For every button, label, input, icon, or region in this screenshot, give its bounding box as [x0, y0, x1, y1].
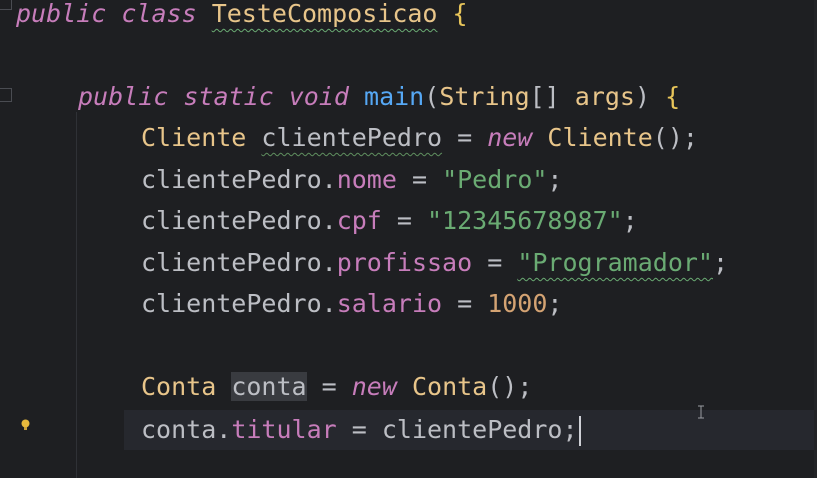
- code-token: ();: [487, 372, 533, 401]
- code-token: Cliente: [141, 123, 247, 152]
- code-token: {: [665, 82, 681, 111]
- fold-marker-icon[interactable]: [0, 0, 12, 10]
- code-token: Conta: [141, 372, 217, 401]
- code-token: clientePedro: [141, 165, 322, 194]
- code-token: conta: [231, 372, 307, 401]
- code-token: {: [452, 0, 468, 28]
- code-token: ;: [547, 165, 563, 194]
- code-token: Conta: [411, 372, 488, 401]
- code-token: clientePedro: [141, 289, 322, 318]
- code-token: salario: [336, 289, 443, 318]
- code-token: clientePedro: [141, 248, 322, 277]
- indent-guide: [76, 112, 77, 478]
- code-token: clientePedro: [381, 415, 563, 444]
- code-token: "12345678987": [427, 206, 623, 235]
- code-token: public: [16, 0, 107, 28]
- code-line-8[interactable]: clientePedro.salario = 1000;: [141, 284, 562, 324]
- code-line-10[interactable]: Conta conta = new Conta();: [141, 367, 532, 407]
- code-token: ;: [622, 206, 638, 235]
- code-token: ;: [547, 289, 563, 318]
- code-token: "Programador": [517, 248, 713, 277]
- code-token: String: [439, 82, 530, 111]
- code-token: =: [442, 289, 488, 318]
- code-token: titular: [231, 415, 337, 444]
- code-token: =: [442, 123, 488, 152]
- code-token: new: [351, 372, 397, 401]
- code-token: .: [321, 248, 337, 277]
- lightbulb-icon[interactable]: [21, 419, 30, 431]
- code-line-1[interactable]: public class TesteComposicao {: [16, 0, 468, 34]
- code-token: static: [183, 82, 274, 111]
- code-token: ();: [652, 123, 698, 152]
- code-token: ): [635, 82, 666, 111]
- code-token: =: [306, 372, 352, 401]
- editor-gutter[interactable]: [0, 0, 14, 478]
- code-token: nome: [336, 165, 397, 194]
- fold-marker-icon[interactable]: [0, 88, 12, 102]
- code-token: class: [121, 0, 197, 28]
- code-line-11[interactable]: conta.titular = clientePedro;: [141, 410, 581, 450]
- code-token: []: [529, 82, 575, 111]
- code-token: new: [487, 123, 533, 152]
- code-token: ;: [562, 415, 578, 444]
- code-token: args: [574, 82, 635, 111]
- code-token: clientePedro: [141, 206, 322, 235]
- code-line-3[interactable]: public static void main(String[] args) {: [78, 77, 680, 117]
- code-token: =: [396, 165, 443, 194]
- code-token: .: [321, 289, 337, 318]
- code-token: (: [424, 82, 440, 111]
- code-token: Cliente: [547, 123, 653, 152]
- code-line-7[interactable]: clientePedro.profissao = "Programador";: [141, 243, 728, 283]
- code-token: =: [336, 415, 382, 444]
- code-token: .: [321, 165, 337, 194]
- code-token: =: [472, 248, 518, 277]
- code-token: 1000: [487, 289, 548, 318]
- text-ibeam-icon: [698, 405, 704, 419]
- code-token: .: [216, 415, 232, 444]
- text-caret: [578, 416, 581, 446]
- code-token: TesteComposicao: [211, 0, 438, 28]
- code-line-6[interactable]: clientePedro.cpf = "12345678987";: [141, 201, 638, 241]
- code-token: "Pedro": [442, 165, 548, 194]
- code-token: public: [78, 82, 169, 111]
- code-line-4[interactable]: Cliente clientePedro = new Cliente();: [141, 118, 698, 158]
- code-token: profissao: [336, 248, 473, 277]
- code-editor[interactable]: public class TesteComposicao { public st…: [0, 0, 817, 478]
- code-token: void: [288, 82, 349, 111]
- code-token: clientePedro: [261, 123, 443, 152]
- code-token: .: [321, 206, 337, 235]
- code-token: cpf: [336, 206, 382, 235]
- code-token: =: [381, 206, 427, 235]
- code-token: ;: [712, 248, 729, 277]
- code-token: main: [364, 82, 425, 111]
- code-token: conta: [141, 415, 217, 444]
- code-line-5[interactable]: clientePedro.nome = "Pedro";: [141, 160, 562, 200]
